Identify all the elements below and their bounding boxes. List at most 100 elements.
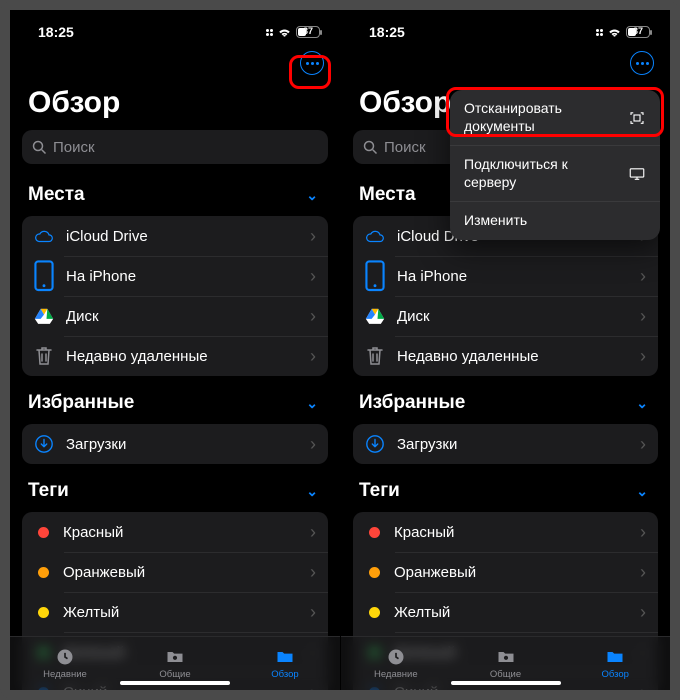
- trash-icon: [365, 346, 385, 366]
- more-button[interactable]: [300, 51, 324, 75]
- menu-label: Подключиться к серверу: [464, 156, 618, 191]
- favorites-list: Загрузки›: [353, 424, 658, 464]
- downloads-icon: [365, 434, 385, 454]
- tab-bar: Недавние Общие Обзор: [10, 636, 340, 690]
- menu-connect-server[interactable]: Подключиться к серверу: [450, 145, 660, 201]
- row-label: На iPhone: [397, 268, 467, 285]
- scan-icon: [628, 109, 646, 127]
- row-label: На iPhone: [66, 268, 136, 285]
- chevron-right-icon: ›: [310, 346, 316, 367]
- tab-recents[interactable]: Недавние: [10, 637, 120, 690]
- row-disk[interactable]: Диск›: [353, 296, 658, 336]
- search-placeholder: Поиск: [53, 139, 95, 156]
- search-input[interactable]: Поиск: [22, 130, 328, 164]
- clock-icon: [385, 647, 407, 667]
- row-deleted[interactable]: Недавно удаленные›: [22, 336, 328, 376]
- clock-icon: [54, 647, 76, 667]
- section-favorites-title: Избранные: [28, 392, 134, 414]
- tab-label: Обзор: [271, 669, 298, 680]
- tag-yellow[interactable]: Желтый ›: [22, 592, 328, 632]
- places-list: iCloud Drive› На iPhone› Диск› Недавно у…: [353, 216, 658, 376]
- section-places-header[interactable]: Места ⌄: [10, 178, 340, 212]
- row-label: Загрузки: [66, 436, 126, 453]
- chevron-down-icon: ⌄: [306, 395, 318, 412]
- tab-recents[interactable]: Недавние: [341, 637, 451, 690]
- chevron-right-icon: ›: [310, 434, 316, 455]
- cellular-icon: [266, 29, 273, 36]
- row-iphone[interactable]: На iPhone ›: [353, 256, 658, 296]
- tag-dot-icon: [38, 567, 49, 578]
- row-disk[interactable]: Диск›: [22, 296, 328, 336]
- tag-yellow[interactable]: Желтый ›: [353, 592, 658, 632]
- section-places-title: Места: [28, 184, 85, 206]
- phone-left: 18:25 37 Обзор Поиск Места ⌄ iCloud Driv…: [10, 10, 340, 690]
- chevron-right-icon: ›: [310, 562, 316, 583]
- tab-label: Недавние: [43, 669, 87, 680]
- icloud-icon: [34, 226, 54, 246]
- tag-red[interactable]: Красный ›: [22, 512, 328, 552]
- section-favorites-header[interactable]: Избранные ⌄: [10, 386, 340, 420]
- chevron-right-icon: ›: [640, 266, 646, 287]
- tag-dot-icon: [38, 527, 49, 538]
- cellular-icon: [596, 29, 603, 36]
- tab-label: Недавние: [374, 669, 418, 680]
- home-indicator[interactable]: [451, 681, 561, 685]
- section-tags-title: Теги: [28, 480, 69, 502]
- row-label: Желтый: [63, 604, 119, 621]
- server-icon: [628, 165, 646, 183]
- gdrive-icon: [365, 306, 385, 326]
- tab-browse[interactable]: Обзор: [230, 637, 340, 690]
- tag-red[interactable]: Красный›: [353, 512, 658, 552]
- shared-folder-icon: [495, 647, 517, 667]
- favorites-list: Загрузки ›: [22, 424, 328, 464]
- trash-icon: [34, 346, 54, 366]
- page-title: Обзор: [10, 80, 340, 130]
- row-deleted[interactable]: Недавно удаленные›: [353, 336, 658, 376]
- row-label: Недавно удаленные: [397, 348, 539, 365]
- chevron-right-icon: ›: [310, 522, 316, 543]
- row-icloud[interactable]: iCloud Drive ›: [22, 216, 328, 256]
- row-label: Оранжевый: [63, 564, 145, 581]
- icloud-icon: [365, 226, 385, 246]
- chevron-right-icon: ›: [640, 602, 646, 623]
- tab-browse[interactable]: Обзор: [560, 637, 670, 690]
- section-favorites-header[interactable]: Избранные ⌄: [341, 386, 670, 420]
- row-label: Желтый: [394, 604, 450, 621]
- row-label: Красный: [394, 524, 454, 541]
- section-tags-title: Теги: [359, 480, 400, 502]
- tab-bar: Недавние Общие Обзор: [341, 636, 670, 690]
- status-bar: 18:25 37: [341, 10, 670, 46]
- search-placeholder: Поиск: [384, 139, 426, 156]
- row-label: iCloud Drive: [66, 228, 148, 245]
- chevron-down-icon: ⌄: [636, 483, 648, 500]
- status-icons: 37: [266, 26, 320, 38]
- menu-edit[interactable]: Изменить: [450, 201, 660, 240]
- row-iphone[interactable]: На iPhone ›: [22, 256, 328, 296]
- row-label: Красный: [63, 524, 123, 541]
- row-downloads[interactable]: Загрузки›: [353, 424, 658, 464]
- status-time: 18:25: [38, 24, 74, 40]
- status-time: 18:25: [369, 24, 405, 40]
- chevron-right-icon: ›: [310, 602, 316, 623]
- tag-orange[interactable]: Оранжевый›: [353, 552, 658, 592]
- status-bar: 18:25 37: [10, 10, 340, 46]
- chevron-right-icon: ›: [310, 226, 316, 247]
- tag-dot-icon: [369, 607, 380, 618]
- tab-label: Общие: [490, 669, 521, 680]
- battery-icon: 37: [296, 26, 320, 38]
- menu-label: Изменить: [464, 212, 527, 230]
- folder-icon: [274, 647, 296, 667]
- tab-label: Обзор: [601, 669, 628, 680]
- chevron-right-icon: ›: [310, 266, 316, 287]
- section-tags-header[interactable]: Теги ⌄: [10, 474, 340, 508]
- row-downloads[interactable]: Загрузки ›: [22, 424, 328, 464]
- folder-icon: [604, 647, 626, 667]
- tag-dot-icon: [38, 607, 49, 618]
- home-indicator[interactable]: [120, 681, 230, 685]
- more-button[interactable]: [630, 51, 654, 75]
- section-tags-header[interactable]: Теги ⌄: [341, 474, 670, 508]
- tag-orange[interactable]: Оранжевый ›: [22, 552, 328, 592]
- chevron-down-icon: ⌄: [306, 483, 318, 500]
- menu-scan-documents[interactable]: Отсканировать документы: [450, 90, 660, 145]
- row-label: Диск: [66, 308, 99, 325]
